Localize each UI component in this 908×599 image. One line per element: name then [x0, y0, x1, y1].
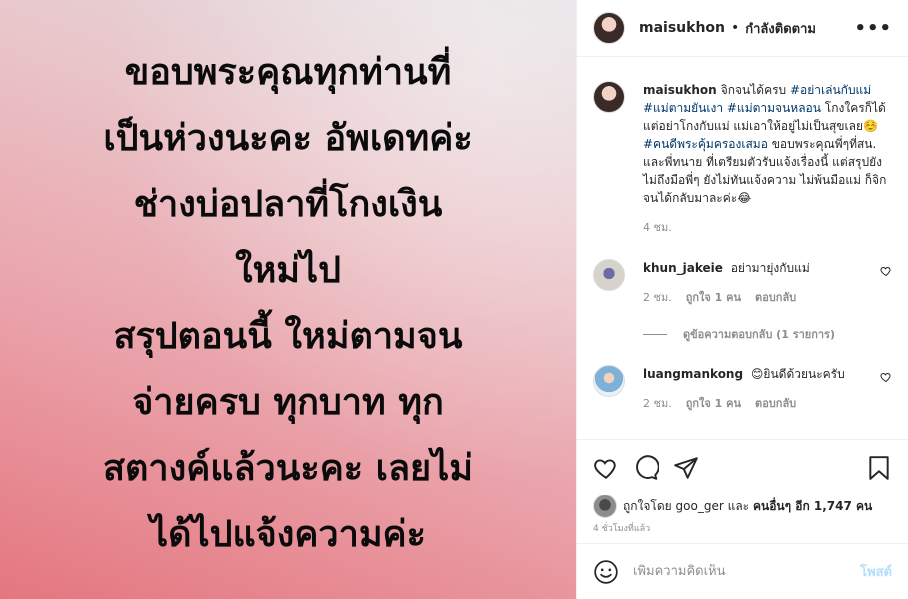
comment-item: luangmankong 😊ยินดีด้วยนะครับ 2 ชม. ถูกใ…	[593, 365, 892, 413]
caption-time[interactable]: 4 ชม.	[643, 219, 892, 237]
add-comment-bar: โพสต์	[577, 543, 908, 599]
add-comment-input[interactable]	[633, 564, 861, 579]
post-image[interactable]: ขอบพระคุณทุกท่านที่ เป็นห่วงนะคะ อัพเดทค…	[0, 0, 576, 599]
comment-likes[interactable]: ถูกใจ 1 คน	[686, 395, 741, 413]
liker-username[interactable]: goo_ger	[676, 499, 724, 513]
emoji-smiley-icon[interactable]	[593, 559, 619, 585]
reply-button[interactable]: ตอบกลับ	[755, 289, 796, 307]
author-username[interactable]: maisukhon	[639, 20, 725, 36]
author-avatar[interactable]	[593, 12, 625, 44]
commenter-avatar[interactable]	[593, 259, 625, 291]
commenter-avatar[interactable]	[593, 365, 625, 397]
post-caption: maisukhon จิกจนได้ครบ #อย่าเล่นกับแม่ #แม…	[593, 81, 892, 237]
likes-text: ถูกใจโดย goo_ger และ คนอื่นๆ อีก 1,747 ค…	[623, 497, 872, 516]
hashtag-link[interactable]: #อย่าเล่นกับแม่	[790, 83, 871, 97]
commenter-username[interactable]: luangmankong	[643, 367, 743, 381]
comment-likes[interactable]: ถูกใจ 1 คน	[686, 289, 741, 307]
header-separator: •	[731, 20, 740, 36]
comment-meta: 2 ชม. ถูกใจ 1 คน ตอบกลับ	[643, 395, 873, 413]
view-replies-label: ดูข้อความตอบกลับ (1 รายการ)	[683, 328, 835, 341]
instagram-post: ขอบพระคุณทุกท่านที่ เป็นห่วงนะคะ อัพเดทค…	[0, 0, 908, 599]
comment-meta: 2 ชม. ถูกใจ 1 คน ตอบกลับ	[643, 289, 873, 307]
comment-body: khun_jakeie อย่ามายุ่งกับแม่ 2 ชม. ถูกใจ…	[643, 259, 873, 307]
image-text-line: สรุปตอนนี้ ใหม่ตามจน	[113, 316, 463, 357]
post-comment-button[interactable]: โพสต์	[860, 561, 892, 582]
post-actions	[577, 439, 908, 495]
comment-time[interactable]: 2 ชม.	[643, 395, 672, 413]
like-heart-icon[interactable]	[593, 455, 619, 481]
post-image-text: ขอบพระคุณทุกท่านที่ เป็นห่วงนะคะ อัพเดทค…	[0, 40, 576, 568]
view-replies-button[interactable]: ดูข้อความตอบกลับ (1 รายการ)	[643, 325, 892, 343]
share-send-icon[interactable]	[673, 455, 699, 481]
comment-body: luangmankong 😊ยินดีด้วยนะครับ 2 ชม. ถูกใ…	[643, 365, 873, 413]
image-text-line: สตางค์แล้วนะคะ เลยไม่	[103, 448, 473, 489]
liker-avatar[interactable]	[593, 494, 617, 518]
hashtag-link[interactable]: #แม่ตามยันเงา	[643, 101, 723, 115]
comment-text: อย่ามายุ่งกับแม่	[730, 261, 810, 275]
image-text-line: ใหม่ไป	[235, 250, 341, 291]
caption-body: maisukhon จิกจนได้ครบ #อย่าเล่นกับแม่ #แม…	[643, 81, 892, 237]
likes-and: และ	[727, 498, 750, 513]
caption-username[interactable]: maisukhon	[643, 83, 717, 97]
comments-section[interactable]: maisukhon จิกจนได้ครบ #อย่าเล่นกับแม่ #แม…	[577, 57, 908, 439]
more-options-icon[interactable]: •••	[854, 18, 892, 39]
likes-others-link[interactable]: คนอื่นๆ อีก 1,747 คน	[753, 499, 872, 513]
caption-text: จิกจนได้ครบ #อย่าเล่นกับแม่ #แม่ตามยันเง…	[643, 83, 886, 205]
post-header: maisukhon • กำลังติดตาม •••	[577, 0, 908, 57]
image-text-line: ช่างบ่อปลาที่โกงเงิน	[133, 184, 443, 225]
image-text-line: จ่ายครบ ทุกบาท ทุก	[132, 382, 444, 423]
comment-item: khun_jakeie อย่ามายุ่งกับแม่ 2 ชม. ถูกใจ…	[593, 259, 892, 307]
comment-like-heart-icon[interactable]	[880, 371, 892, 383]
image-text-line: ขอบพระคุณทุกท่านที่	[124, 52, 452, 93]
commenter-username[interactable]: khun_jakeie	[643, 261, 723, 275]
comment-text: 😊ยินดีด้วยนะครับ	[750, 367, 845, 381]
following-button[interactable]: กำลังติดตาม	[745, 18, 816, 39]
likes-prefix: ถูกใจโดย	[623, 498, 672, 513]
comment-time[interactable]: 2 ชม.	[643, 289, 672, 307]
hashtag-link[interactable]: #แม่ตามจนหลอน	[727, 101, 821, 115]
caption-segment: จิกจนได้ครบ	[720, 83, 790, 97]
comment-like-heart-icon[interactable]	[880, 265, 892, 277]
hashtag-link[interactable]: #คนดีพระคุ้มครองเสมอ	[643, 137, 768, 151]
bookmark-icon[interactable]	[866, 455, 892, 481]
image-text-line: เป็นห่วงนะคะ อัพเดทค่ะ	[103, 118, 473, 159]
image-text-line: ได้ไปแจ้งความค่ะ	[150, 514, 426, 555]
post-sidebar: maisukhon • กำลังติดตาม ••• maisukhon จิก…	[576, 0, 908, 599]
likes-summary: ถูกใจโดย goo_ger และ คนอื่นๆ อีก 1,747 ค…	[577, 494, 908, 518]
replies-divider	[643, 333, 667, 335]
comment-bubble-icon[interactable]	[633, 454, 659, 481]
caption-avatar[interactable]	[593, 81, 625, 113]
post-timestamp[interactable]: 4 ชั่วโมงที่แล้ว	[577, 517, 908, 543]
reply-button[interactable]: ตอบกลับ	[755, 395, 796, 413]
